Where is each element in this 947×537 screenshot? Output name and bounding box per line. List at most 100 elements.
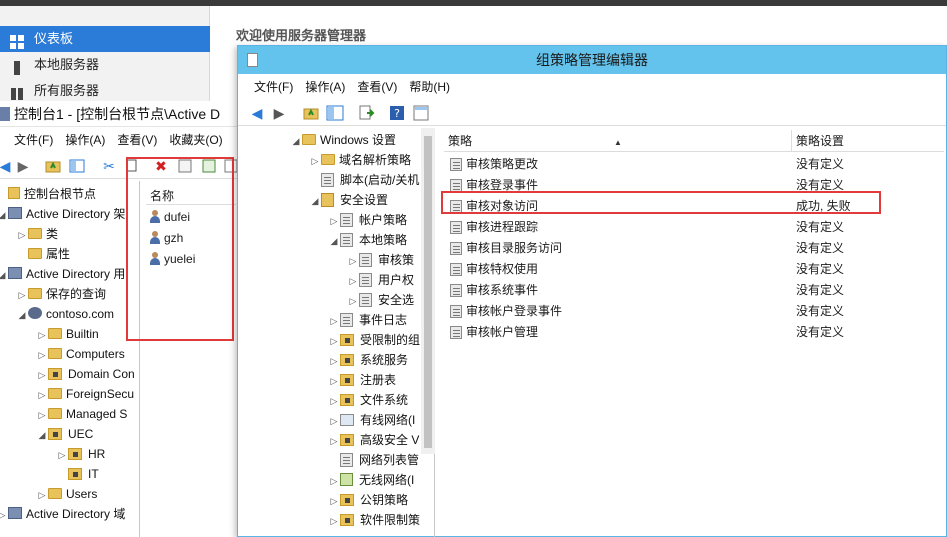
tree-item[interactable]: ◢ 本地策略 bbox=[328, 230, 407, 250]
expanded-arrow-icon[interactable]: ◢ bbox=[290, 131, 302, 151]
tree-item[interactable]: ▷ 事件日志 bbox=[328, 310, 407, 330]
collapsed-arrow-icon[interactable]: ▷ bbox=[16, 225, 28, 245]
collapsed-arrow-icon[interactable]: ▷ bbox=[347, 291, 359, 311]
tree-item[interactable]: ▷ Domain Con bbox=[36, 364, 135, 384]
tree-item[interactable]: ▷ 高级安全 V bbox=[328, 430, 420, 451]
tree-item[interactable]: ▷ 审核策 bbox=[347, 250, 414, 270]
properties-pane-icon[interactable] bbox=[412, 104, 430, 122]
collapsed-arrow-icon[interactable]: ▷ bbox=[328, 411, 340, 431]
list-item-user[interactable]: dufei bbox=[150, 207, 190, 227]
collapsed-arrow-icon[interactable]: ▷ bbox=[36, 485, 48, 505]
tree-item[interactable]: ▷ 用户权 bbox=[347, 270, 414, 290]
tree-item[interactable]: ▷ 软件限制策 bbox=[328, 510, 420, 530]
refresh-icon[interactable] bbox=[200, 157, 218, 175]
table-row[interactable]: 审核目录服务访问 没有定义 bbox=[444, 238, 944, 259]
gpm-tree-scrollbar[interactable] bbox=[421, 128, 435, 454]
tree-item[interactable]: ▷ 受限制的组 bbox=[328, 330, 420, 350]
tree-item[interactable]: 网络列表管 bbox=[328, 450, 419, 470]
gpm-menu-help[interactable]: 帮助(H) bbox=[403, 76, 456, 98]
tree-item[interactable]: ▷ 帐户策略 bbox=[328, 210, 407, 230]
tree-item[interactable]: ▷ 类 bbox=[16, 224, 58, 244]
up-folder-icon[interactable] bbox=[44, 157, 62, 175]
tree-item[interactable]: ▷ 安全选 bbox=[347, 290, 414, 310]
delete-icon[interactable]: ✖ bbox=[152, 157, 170, 175]
collapsed-arrow-icon[interactable]: ▷ bbox=[56, 445, 68, 465]
tree-item[interactable]: ▷ Builtin bbox=[36, 324, 99, 344]
tree-item[interactable]: ▷ Computers bbox=[36, 344, 125, 364]
collapsed-arrow-icon[interactable]: ▷ bbox=[309, 151, 321, 171]
tree-item[interactable]: ◢ Windows 设置 bbox=[290, 130, 396, 150]
tree-item[interactable]: ▷ 注册表 bbox=[328, 370, 396, 390]
help-icon[interactable]: ? bbox=[388, 104, 406, 122]
expanded-arrow-icon[interactable]: ◢ bbox=[0, 265, 8, 285]
tree-item[interactable]: ▷ Managed S bbox=[36, 404, 128, 425]
tree-item[interactable]: ▷ Users bbox=[36, 484, 98, 505]
expanded-arrow-icon[interactable]: ◢ bbox=[309, 191, 321, 211]
nav-item-dashboard[interactable]: 仪表板 bbox=[0, 26, 210, 52]
collapsed-arrow-icon[interactable]: ▷ bbox=[328, 351, 340, 371]
tree-item[interactable]: ▷ 有线网络(I bbox=[328, 410, 416, 431]
tree-item[interactable]: ▷ Active Directory 域 bbox=[0, 504, 125, 524]
collapsed-arrow-icon[interactable]: ▷ bbox=[328, 311, 340, 331]
export-list-icon[interactable] bbox=[358, 104, 376, 122]
tree-item[interactable]: ◢ 安全设置 bbox=[309, 190, 388, 210]
tree-item[interactable]: ▷ 域名解析策略 bbox=[309, 150, 411, 170]
table-row[interactable]: 审核帐户管理 没有定义 bbox=[444, 322, 944, 343]
table-row[interactable]: 审核帐户登录事件 没有定义 bbox=[444, 301, 944, 322]
collapsed-arrow-icon[interactable]: ▷ bbox=[36, 345, 48, 365]
scrollbar-thumb[interactable] bbox=[424, 136, 432, 448]
collapsed-arrow-icon[interactable]: ▷ bbox=[36, 405, 48, 425]
properties-icon[interactable] bbox=[176, 157, 194, 175]
nav-item-local-server[interactable]: 本地服务器 bbox=[0, 52, 210, 78]
tree-item[interactable]: ◢ Active Directory 架 bbox=[0, 204, 125, 224]
table-row[interactable]: 审核登录事件 没有定义 bbox=[444, 175, 944, 196]
expanded-arrow-icon[interactable]: ◢ bbox=[16, 305, 28, 325]
tree-item[interactable]: 属性 bbox=[16, 244, 70, 264]
menu-action[interactable]: 操作(A) bbox=[59, 129, 111, 151]
expanded-arrow-icon[interactable]: ◢ bbox=[0, 205, 8, 225]
list-item-user[interactable]: yuelei bbox=[150, 249, 195, 269]
collapsed-arrow-icon[interactable]: ▷ bbox=[328, 371, 340, 391]
up-folder-icon[interactable] bbox=[302, 104, 320, 122]
table-row[interactable]: 审核策略更改 没有定义 bbox=[444, 154, 944, 175]
back-arrow-icon[interactable]: ◀ bbox=[248, 104, 266, 122]
table-row[interactable]: 审核系统事件 没有定义 bbox=[444, 280, 944, 301]
menu-file[interactable]: 文件(F) bbox=[0, 129, 59, 151]
copy-icon[interactable] bbox=[122, 157, 140, 175]
expanded-arrow-icon[interactable]: ◢ bbox=[36, 425, 48, 445]
column-header-setting[interactable]: 策略设置 bbox=[792, 130, 944, 152]
collapsed-arrow-icon[interactable]: ▷ bbox=[36, 365, 48, 385]
collapsed-arrow-icon[interactable]: ▷ bbox=[36, 325, 48, 345]
menu-view[interactable]: 查看(V) bbox=[111, 129, 163, 151]
collapsed-arrow-icon[interactable]: ▷ bbox=[328, 491, 340, 511]
tree-item[interactable]: IT bbox=[56, 464, 99, 484]
collapsed-arrow-icon[interactable]: ▷ bbox=[347, 251, 359, 271]
column-header-name[interactable]: 名称 bbox=[146, 187, 236, 205]
tree-item[interactable]: ▷ 公钥策略 bbox=[328, 490, 408, 510]
collapsed-arrow-icon[interactable]: ▷ bbox=[328, 211, 340, 231]
tree-item[interactable]: ◢ UEC bbox=[36, 424, 94, 445]
menu-favorites[interactable]: 收藏夹(O) bbox=[163, 129, 228, 151]
collapsed-arrow-icon[interactable]: ▷ bbox=[328, 431, 340, 451]
column-header-policy[interactable]: 策略 ▲ bbox=[444, 130, 792, 152]
table-row[interactable]: 审核特权使用 没有定义 bbox=[444, 259, 944, 280]
tree-item[interactable]: ▷ 文件系统 bbox=[328, 390, 408, 410]
collapsed-arrow-icon[interactable]: ▷ bbox=[16, 285, 28, 305]
show-tree-icon[interactable] bbox=[326, 104, 344, 122]
collapsed-arrow-icon[interactable]: ▷ bbox=[328, 391, 340, 411]
collapsed-arrow-icon[interactable]: ▷ bbox=[347, 271, 359, 291]
tree-item[interactable]: ▷ 保存的查询 bbox=[16, 284, 106, 304]
tree-item[interactable]: ▷ HR bbox=[56, 444, 106, 465]
tree-item[interactable]: ▷ 系统服务 bbox=[328, 350, 408, 370]
collapsed-arrow-icon[interactable]: ▷ bbox=[36, 385, 48, 405]
gpm-menu-file[interactable]: 文件(F) bbox=[248, 76, 299, 98]
expanded-arrow-icon[interactable]: ◢ bbox=[328, 231, 340, 251]
forward-arrow-icon[interactable]: ▶ bbox=[270, 104, 288, 122]
collapsed-arrow-icon[interactable]: ▷ bbox=[328, 511, 340, 531]
table-row[interactable]: 审核对象访问 成功, 失败 bbox=[444, 196, 944, 217]
gpm-menu-action[interactable]: 操作(A) bbox=[299, 76, 351, 98]
table-row[interactable]: 审核进程跟踪 没有定义 bbox=[444, 217, 944, 238]
collapsed-arrow-icon[interactable]: ▷ bbox=[328, 331, 340, 351]
tree-item[interactable]: 脚本(启动/关机 bbox=[309, 170, 419, 190]
cut-icon[interactable]: ✂ bbox=[100, 157, 118, 175]
